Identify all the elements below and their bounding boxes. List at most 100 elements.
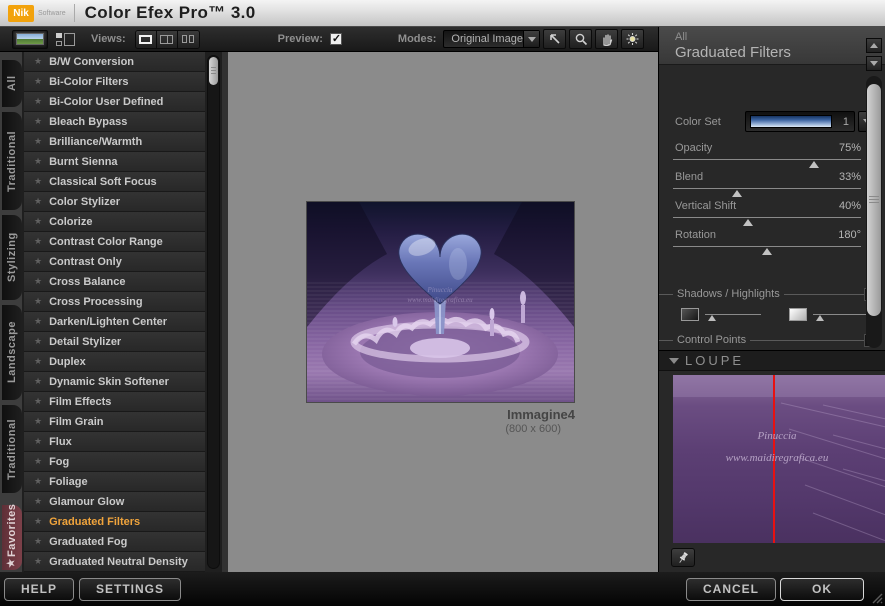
shadow-mini-slider[interactable] — [705, 313, 761, 321]
layout-toggle-button[interactable] — [53, 30, 77, 49]
view-single-button[interactable] — [135, 30, 157, 48]
filter-list-item[interactable]: ★ Bi-Color Filters — [24, 72, 205, 92]
preview-image[interactable]: Pinuccia www.maidiregrafica.eu — [306, 201, 575, 403]
filter-list-item[interactable]: ★ Dynamic Skin Softener — [24, 372, 205, 392]
filter-star-icon[interactable]: ★ — [34, 156, 42, 167]
filter-list-item[interactable]: ★ Brilliance/Warmth — [24, 132, 205, 152]
filter-list-item[interactable]: ★ Graduated Filters — [24, 512, 205, 532]
filter-list-item[interactable]: ★ Film Effects — [24, 392, 205, 412]
slider-handle[interactable] — [731, 190, 742, 197]
slider-track[interactable] — [673, 159, 861, 168]
tab-landscape[interactable]: Landscape — [2, 305, 22, 400]
slider-track[interactable] — [673, 246, 861, 255]
panel-scroll-track[interactable] — [866, 76, 882, 348]
filter-list-item[interactable]: ★ Detail Stylizer — [24, 332, 205, 352]
filter-list-scroll-thumb[interactable] — [209, 57, 218, 85]
filter-list-item[interactable]: ★ Color Stylizer — [24, 192, 205, 212]
cancel-button[interactable]: CANCEL — [686, 577, 776, 601]
filter-list-item[interactable]: ★ Flux — [24, 432, 205, 452]
filter-list-item[interactable]: ★ Cross Processing — [24, 292, 205, 312]
filter-list-item[interactable]: ★ Cross Balance — [24, 272, 205, 292]
slider-track[interactable] — [673, 217, 861, 226]
opacity-slider[interactable]: Opacity 75% — [673, 142, 861, 168]
filter-star-icon[interactable]: ★ — [34, 216, 42, 227]
filter-list-item[interactable]: ★ Bleach Bypass — [24, 112, 205, 132]
panel-scroll-thumb[interactable] — [867, 84, 881, 316]
filter-list-item[interactable]: ★ Bi-Color User Defined — [24, 92, 205, 112]
filter-star-icon[interactable]: ★ — [34, 496, 42, 507]
filter-list-item[interactable]: ★ Darken/Lighten Center — [24, 312, 205, 332]
loupe-header[interactable]: LOUPE — [659, 350, 885, 371]
filter-star-icon[interactable]: ★ — [34, 316, 42, 327]
slider-handle[interactable] — [743, 219, 754, 226]
zoom-tool-button[interactable] — [569, 29, 593, 49]
filter-list-item[interactable]: ★ Foliage — [24, 472, 205, 492]
filter-star-icon[interactable]: ★ — [34, 516, 42, 527]
filter-star-icon[interactable]: ★ — [34, 436, 42, 447]
filter-star-icon[interactable]: ★ — [34, 176, 42, 187]
loupe-preview[interactable]: Pinuccia www.maidiregrafica.eu — [673, 375, 885, 543]
scroll-down-button[interactable] — [866, 56, 882, 71]
color-set-control[interactable]: 1 — [745, 111, 855, 132]
filter-list-item[interactable]: ★ Duplex — [24, 352, 205, 372]
filter-star-icon[interactable]: ★ — [34, 416, 42, 427]
select-tool-button[interactable] — [543, 29, 567, 49]
filter-star-icon[interactable]: ★ — [34, 476, 42, 487]
filter-star-icon[interactable]: ★ — [34, 116, 42, 127]
filter-star-icon[interactable]: ★ — [34, 336, 42, 347]
filter-list-item[interactable]: ★ Graduated Neutral Density — [24, 552, 205, 572]
highlight-swatch[interactable] — [789, 307, 807, 321]
filter-list-item[interactable]: ★ Classical Soft Focus — [24, 172, 205, 192]
tab-stylizing[interactable]: Stylizing — [2, 215, 22, 300]
filter-list-item[interactable]: ★ Glamour Glow — [24, 492, 205, 512]
filter-star-icon[interactable]: ★ — [34, 356, 42, 367]
filter-star-icon[interactable]: ★ — [34, 376, 42, 387]
image-thumbnail-button[interactable] — [12, 29, 48, 49]
filter-list-item[interactable]: ★ B/W Conversion — [24, 52, 205, 72]
settings-button[interactable]: SETTINGS — [79, 577, 182, 601]
modes-dropdown-arrow[interactable] — [523, 31, 540, 47]
filter-star-icon[interactable]: ★ — [34, 236, 42, 247]
filter-star-icon[interactable]: ★ — [34, 196, 42, 207]
filter-star-icon[interactable]: ★ — [34, 76, 42, 87]
filter-star-icon[interactable]: ★ — [34, 296, 42, 307]
shadow-swatch[interactable] — [681, 307, 699, 321]
modes-dropdown[interactable]: Original Image — [443, 30, 541, 48]
tab-all[interactable]: All — [2, 60, 22, 107]
filter-star-icon[interactable]: ★ — [34, 56, 42, 67]
vertical-shift-slider[interactable]: Vertical Shift 40% — [673, 200, 861, 226]
filter-list-item[interactable]: ★ Film Grain — [24, 412, 205, 432]
filter-list-item[interactable]: ★ Colorize — [24, 212, 205, 232]
background-light-button[interactable] — [621, 29, 645, 49]
filter-list-item[interactable]: ★ Contrast Only — [24, 252, 205, 272]
tab-traditional[interactable]: Traditional — [2, 112, 22, 210]
filter-list-item[interactable]: ★ Burnt Sienna — [24, 152, 205, 172]
filter-list-item[interactable]: ★ Graduated Fog — [24, 532, 205, 552]
blend-slider[interactable]: Blend 33% — [673, 171, 861, 197]
view-dual-button[interactable] — [177, 30, 199, 48]
resize-grip-icon[interactable] — [869, 590, 883, 604]
filter-list-item[interactable]: ★ Fog — [24, 452, 205, 472]
filter-star-icon[interactable]: ★ — [34, 536, 42, 547]
slider-handle[interactable] — [707, 314, 716, 321]
filter-star-icon[interactable]: ★ — [34, 396, 42, 407]
slider-handle[interactable] — [762, 248, 772, 255]
preview-checkbox[interactable] — [329, 32, 342, 45]
filter-star-icon[interactable]: ★ — [34, 556, 42, 567]
tab-traditional-2[interactable]: Traditional — [2, 405, 22, 493]
filter-star-icon[interactable]: ★ — [34, 96, 42, 107]
filter-star-icon[interactable]: ★ — [34, 136, 42, 147]
slider-handle[interactable] — [815, 314, 824, 321]
filter-list-scrollbar[interactable] — [207, 55, 220, 569]
filter-star-icon[interactable]: ★ — [34, 276, 42, 287]
filter-star-icon[interactable]: ★ — [34, 256, 42, 267]
view-split-button[interactable] — [156, 30, 178, 48]
tab-favorites[interactable]: ★ Favorites — [2, 504, 22, 570]
pan-tool-button[interactable] — [595, 29, 619, 49]
help-button[interactable]: HELP — [4, 577, 75, 601]
panel-scrollbar[interactable] — [865, 38, 883, 348]
highlight-mini-slider[interactable] — [813, 313, 869, 321]
filter-list-item[interactable]: ★ Contrast Color Range — [24, 232, 205, 252]
slider-handle[interactable] — [809, 161, 819, 168]
loupe-pin-button[interactable] — [671, 548, 695, 567]
